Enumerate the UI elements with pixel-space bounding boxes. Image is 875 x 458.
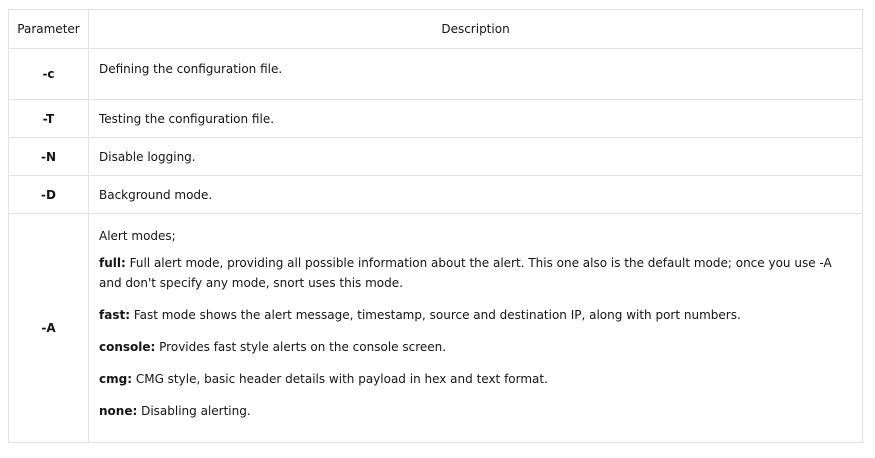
table-row: -T Testing the configuration file.	[8, 99, 863, 138]
mode-text: Provides fast style alerts on the consol…	[155, 340, 447, 354]
table-row: -c Defining the configuration file.	[8, 48, 863, 100]
mode-key: console:	[99, 340, 156, 354]
mode-text: Disabling alerting.	[137, 404, 251, 418]
alert-mode: cmg: CMG style, basic header details wit…	[99, 369, 852, 389]
param-cell: -D	[8, 175, 89, 214]
mode-key: none:	[99, 404, 138, 418]
desc-cell: Testing the configuration file.	[88, 99, 863, 138]
param-cell: -A	[8, 213, 89, 443]
mode-text: CMG style, basic header details with pay…	[132, 372, 548, 386]
alert-mode: fast: Fast mode shows the alert message,…	[99, 305, 852, 325]
mode-key: full:	[99, 256, 126, 270]
alert-mode: full: Full alert mode, providing all pos…	[99, 253, 852, 293]
mode-text: Fast mode shows the alert message, times…	[130, 308, 741, 322]
header-description: Description	[88, 9, 863, 49]
alert-intro: Alert modes;	[99, 229, 176, 243]
param-cell: -T	[8, 99, 89, 138]
table-row: -D Background mode.	[8, 175, 863, 214]
mode-key: cmg:	[99, 372, 133, 386]
desc-cell: Background mode.	[88, 175, 863, 214]
header-parameter: Parameter	[8, 9, 89, 49]
desc-cell: Alert modes; full: Full alert mode, prov…	[88, 213, 863, 443]
table-header-row: Parameter Description	[8, 9, 863, 49]
table-row: -A Alert modes; full: Full alert mode, p…	[8, 213, 863, 443]
mode-key: fast:	[99, 308, 130, 322]
mode-text: Full alert mode, providing all possible …	[99, 256, 832, 290]
desc-cell: Disable logging.	[88, 137, 863, 176]
param-cell: -c	[8, 48, 89, 100]
parameters-table: Parameter Description -c Defining the co…	[8, 9, 863, 443]
param-cell: -N	[8, 137, 89, 176]
alert-mode: console: Provides fast style alerts on t…	[99, 337, 852, 357]
alert-mode: none: Disabling alerting.	[99, 401, 852, 421]
table-row: -N Disable logging.	[8, 137, 863, 176]
desc-cell: Defining the configuration file.	[88, 48, 863, 100]
